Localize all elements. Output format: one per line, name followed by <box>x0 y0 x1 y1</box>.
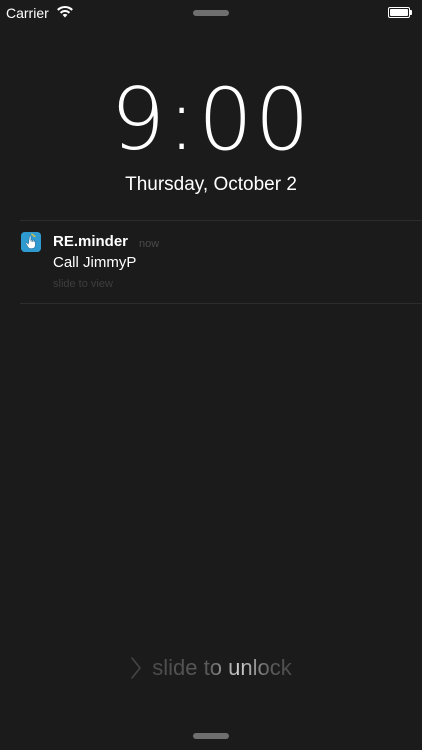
status-bar: Carrier <box>0 0 422 26</box>
reminder-app-icon <box>21 232 41 252</box>
lock-screen-date: Thursday, October 2 <box>125 174 297 195</box>
notification-time: now <box>139 238 160 250</box>
notification-divider-top <box>20 220 422 221</box>
wifi-icon <box>57 5 73 18</box>
control-center-grabber[interactable] <box>193 733 229 739</box>
notification-app-name: RE.minder <box>53 233 129 250</box>
carrier-label: Carrier <box>6 5 49 21</box>
slide-to-unlock-label: slide to unlock <box>152 655 292 680</box>
notification-center-grabber[interactable] <box>193 10 229 16</box>
notification-slide-to-view[interactable]: slide to view <box>53 276 113 292</box>
battery-level-fill <box>390 9 408 16</box>
battery-icon <box>388 7 413 18</box>
chevron-right-icon <box>131 657 142 679</box>
notification-message: Call JimmyP <box>53 254 137 271</box>
slide-to-unlock[interactable]: slide to unlock <box>0 654 422 682</box>
lock-screen-time: 9:00 <box>110 70 312 170</box>
notification-item[interactable]: RE.minder now Call JimmyP slide to view <box>0 222 422 302</box>
notification-divider-bottom <box>20 303 422 304</box>
